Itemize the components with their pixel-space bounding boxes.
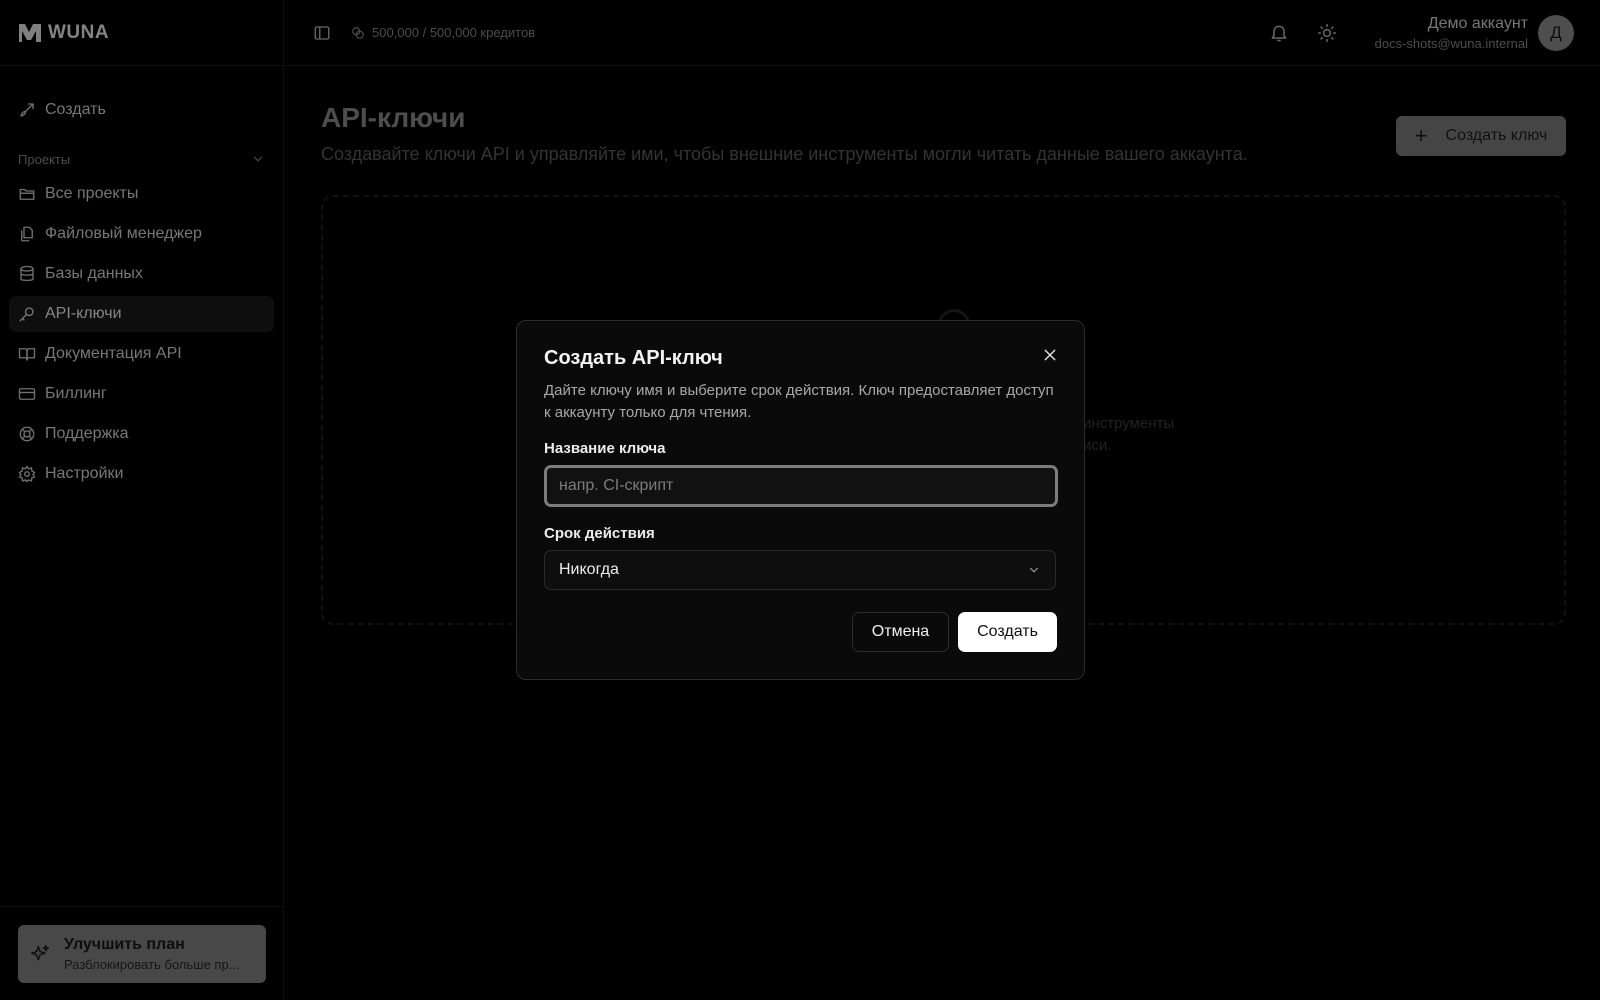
dialog-actions: Отмена Создать [852,612,1057,652]
cancel-button[interactable]: Отмена [852,612,949,652]
chevron-down-icon [1029,567,1039,573]
dialog-description: Дайте ключу имя и выберите срок действия… [544,382,1054,421]
expiry-select[interactable]: Никогда [544,550,1056,590]
dialog-title: Создать API-ключ [544,347,723,369]
key-name-field[interactable] [544,465,1058,507]
expiry-selected-value: Никогда [559,561,619,578]
expiry-label: Срок действия [544,525,655,542]
close-icon[interactable] [1042,347,1058,363]
key-name-label: Название ключа [544,440,666,457]
key-name-input[interactable] [559,477,1055,495]
submit-create-button[interactable]: Создать [958,612,1057,652]
create-api-key-dialog: Создать API-ключ Дайте ключу имя и выбер… [516,320,1085,680]
